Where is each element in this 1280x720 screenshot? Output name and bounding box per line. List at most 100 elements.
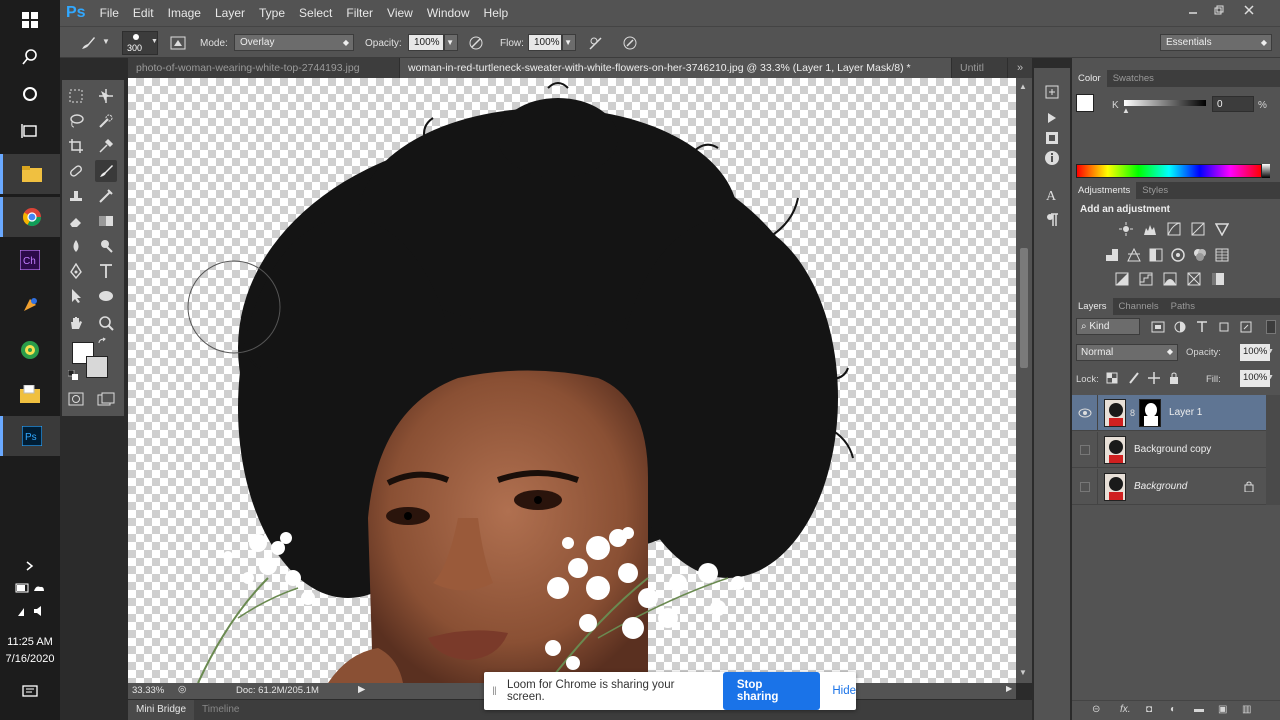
wifi-volume-icon[interactable] (0, 605, 60, 620)
black-white-icon[interactable] (1148, 248, 1164, 262)
status-menu-arrow-icon[interactable]: ▶ (358, 684, 365, 695)
brush-tool-icon[interactable] (95, 160, 117, 182)
workspace-select[interactable]: Essentials ◆ (1160, 34, 1272, 51)
layers-scrollbar[interactable] (1266, 395, 1280, 505)
dropdown-arrow-icon[interactable]: ▼ (1267, 374, 1274, 381)
close-icon[interactable] (1236, 2, 1262, 18)
clone-stamp-icon[interactable] (65, 185, 87, 207)
airbrush-icon[interactable] (586, 33, 606, 53)
character-animator-icon[interactable]: Ch (0, 240, 60, 280)
opacity-dropdown[interactable]: ▼ (444, 34, 458, 51)
dodge-tool-icon[interactable] (95, 235, 117, 257)
tab-layers[interactable]: Layers (1072, 298, 1113, 315)
tab-color[interactable]: Color (1072, 70, 1107, 87)
quick-selection-icon[interactable] (95, 110, 117, 132)
blur-tool-icon[interactable] (65, 235, 87, 257)
drag-handle-icon[interactable]: ‖ (492, 684, 497, 698)
app-icon[interactable] (0, 285, 60, 325)
chrome-icon[interactable] (0, 197, 60, 237)
mask-link-icon[interactable]: 8 (1130, 408, 1135, 418)
menu-window[interactable]: Window (427, 6, 470, 20)
link-layers-icon[interactable]: ⊝ (1092, 704, 1100, 715)
threshold-icon[interactable] (1162, 272, 1178, 286)
tab-adjustments[interactable]: Adjustments (1072, 182, 1137, 199)
status-info-icon[interactable]: ◎ (178, 684, 186, 695)
move-tool-icon[interactable] (95, 85, 117, 107)
dropdown-arrow-icon[interactable]: ▼ (102, 37, 110, 46)
selective-color-icon[interactable] (1186, 272, 1202, 286)
tab-document-2[interactable]: woman-in-red-turtleneck-sweater-with-whi… (400, 58, 952, 78)
folder-icon[interactable] (0, 374, 60, 414)
layer-opacity-input[interactable]: 100% (1240, 344, 1270, 361)
gradient-map-icon[interactable] (1210, 272, 1226, 286)
adjustment-layer-icon[interactable]: ◐ (1170, 704, 1176, 715)
levels-icon[interactable] (1142, 222, 1158, 236)
new-layer-icon[interactable]: ▣ (1218, 704, 1227, 715)
photoshop-icon[interactable]: Ps (0, 416, 60, 456)
path-selection-icon[interactable] (65, 285, 87, 307)
tab-timeline[interactable]: Timeline (194, 700, 247, 720)
cortana-icon[interactable] (0, 74, 60, 114)
tabs-overflow-icon[interactable]: » (1008, 58, 1032, 78)
opacity-input[interactable]: 100% (408, 34, 444, 51)
screen-mode-icon[interactable] (95, 388, 117, 410)
channel-mixer-icon[interactable] (1192, 248, 1208, 262)
flow-dropdown[interactable]: ▼ (562, 34, 576, 51)
fx-icon[interactable]: fx. (1120, 704, 1131, 715)
background-color-swatch[interactable] (86, 356, 108, 378)
app2-icon[interactable] (0, 330, 60, 370)
chevron-up-icon[interactable] (0, 560, 60, 575)
blend-mode-select[interactable]: Normal ◆ (1076, 344, 1178, 361)
filter-pixel-icon[interactable] (1150, 320, 1166, 334)
photo-filter-icon[interactable] (1170, 248, 1186, 262)
minimize-icon[interactable] (1180, 2, 1206, 18)
properties-panel-icon[interactable] (1042, 128, 1062, 148)
paragraph-panel-icon[interactable] (1042, 210, 1062, 230)
type-tool-icon[interactable] (95, 260, 117, 282)
posterize-icon[interactable] (1138, 272, 1154, 286)
character-panel-icon[interactable]: A (1042, 184, 1062, 204)
lock-transparent-icon[interactable] (1104, 371, 1120, 385)
menu-filter[interactable]: Filter (346, 6, 373, 20)
notifications-icon[interactable] (0, 685, 60, 702)
layer-row-layer-1[interactable]: 8 Layer 1 (1072, 394, 1266, 431)
gradient-tool-icon[interactable] (95, 210, 117, 232)
slider-thumb-icon[interactable]: ▲ (1122, 106, 1130, 115)
lock-all-icon[interactable] (1166, 371, 1182, 385)
scroll-up-icon[interactable]: ▲ (1019, 82, 1027, 91)
layer-filter-select[interactable]: ⌕ Kind (1076, 318, 1140, 335)
menu-layer[interactable]: Layer (215, 6, 245, 20)
info-panel-icon[interactable] (1042, 148, 1062, 168)
k-slider[interactable] (1124, 100, 1206, 106)
scroll-down-icon[interactable]: ▼ (1019, 668, 1027, 677)
default-colors-icon[interactable] (66, 368, 80, 382)
eraser-icon[interactable] (65, 210, 87, 232)
tab-paths[interactable]: Paths (1165, 298, 1201, 315)
mode-select[interactable]: Overlay ◆ (234, 34, 354, 51)
menu-type[interactable]: Type (259, 6, 285, 20)
stop-sharing-button[interactable]: Stop sharing (722, 672, 821, 710)
history-panel-icon[interactable] (1042, 82, 1062, 102)
brightness-icon[interactable] (1118, 222, 1134, 236)
canvas[interactable] (128, 78, 1016, 683)
filter-smart-object-icon[interactable] (1238, 320, 1254, 334)
color-lookup-icon[interactable] (1214, 248, 1230, 262)
file-explorer-icon[interactable] (0, 154, 60, 194)
tab-mini-bridge[interactable]: Mini Bridge (128, 700, 195, 720)
menu-select[interactable]: Select (299, 6, 332, 20)
curves-icon[interactable] (1166, 222, 1182, 236)
flow-input[interactable]: 100% (528, 34, 562, 51)
ellipse-tool-icon[interactable] (95, 285, 117, 307)
history-brush-icon[interactable] (95, 185, 117, 207)
exposure-icon[interactable] (1190, 222, 1206, 236)
filter-type-icon[interactable] (1194, 320, 1210, 334)
pressure-size-icon[interactable] (620, 33, 640, 53)
brush-panel-icon[interactable] (168, 33, 188, 53)
tab-document-3[interactable]: Untitl (952, 58, 1008, 78)
tab-channels[interactable]: Channels (1113, 298, 1165, 315)
eyedropper-icon[interactable] (95, 135, 117, 157)
tab-swatches[interactable]: Swatches (1107, 70, 1160, 87)
swap-colors-icon[interactable] (96, 336, 110, 350)
menu-edit[interactable]: Edit (133, 6, 154, 20)
zoom-tool-icon[interactable] (95, 312, 117, 334)
